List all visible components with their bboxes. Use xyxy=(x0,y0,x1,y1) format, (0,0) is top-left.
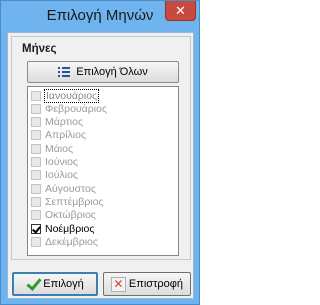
month-item[interactable]: Μάιος xyxy=(28,142,178,155)
month-checkbox[interactable] xyxy=(31,90,41,101)
month-item[interactable]: Μάρτιος xyxy=(28,116,178,129)
select-button-label: Επιλογή xyxy=(43,278,84,290)
return-button-label: Επιστροφή xyxy=(128,278,184,290)
month-item[interactable]: Ιανουάριος xyxy=(28,88,178,103)
month-label: Αύγουστος xyxy=(45,182,96,195)
months-group-label: Μήνες xyxy=(22,43,57,55)
month-label: Φεβρουάριος xyxy=(45,102,107,115)
month-label: Δεκέμβριος xyxy=(45,235,98,248)
list-icon xyxy=(58,66,71,78)
month-checkbox[interactable] xyxy=(31,236,41,247)
month-item[interactable]: Απρίλιος xyxy=(28,129,178,142)
months-checklist[interactable]: Ιανουάριος Φεβρουάριος Μάρτιος Απρίλιος Μάιο… xyxy=(27,86,179,256)
month-label: Ιούνιος xyxy=(45,156,78,168)
select-button[interactable]: Επιλογή xyxy=(12,272,98,296)
title-bar[interactable]: Επιλογή Μηνών ✕ xyxy=(1,1,199,31)
month-checkbox[interactable] xyxy=(31,170,41,181)
month-item[interactable]: Δεκέμβριος xyxy=(28,235,178,248)
close-button[interactable]: ✕ xyxy=(165,1,196,21)
month-label: Μάρτιος xyxy=(45,116,84,129)
x-icon: ✕ xyxy=(110,276,126,292)
select-all-label: Επιλογή Όλων xyxy=(76,66,148,78)
month-checkbox[interactable] xyxy=(31,223,41,234)
month-item[interactable]: Ιούλιος xyxy=(28,169,178,182)
month-label: Νοέμβριος xyxy=(45,222,95,235)
month-checkbox[interactable] xyxy=(31,130,41,141)
check-icon xyxy=(26,277,40,291)
month-checkbox[interactable] xyxy=(31,103,41,114)
month-checkbox[interactable] xyxy=(31,117,41,128)
month-item[interactable]: Νοέμβριος xyxy=(28,222,178,235)
month-label: Μάιος xyxy=(45,142,74,155)
select-all-button[interactable]: Επιλογή Όλων xyxy=(27,61,179,83)
month-label: Ιούλιος xyxy=(45,169,78,182)
month-item[interactable]: Οκτώβριος xyxy=(28,209,178,222)
month-label: Ιανουάριος xyxy=(43,88,100,103)
return-button[interactable]: ✕ Επιστροφή xyxy=(103,272,191,296)
months-group: Μήνες Επιλογή Όλων Ιανουάριος Φεβρουάριος… xyxy=(11,36,191,260)
month-selection-window: Επιλογή Μηνών ✕ Μήνες Επιλογή Όλων Ιανου… xyxy=(0,0,200,305)
month-item[interactable]: Σεπτέμβριος xyxy=(28,195,178,208)
month-checkbox[interactable] xyxy=(31,196,41,207)
month-label: Σεπτέμβριος xyxy=(45,195,104,208)
month-label: Απρίλιος xyxy=(45,129,87,142)
dialog-body: Μήνες Επιλογή Όλων Ιανουάριος Φεβρουάριος… xyxy=(7,32,194,299)
month-checkbox[interactable] xyxy=(31,157,41,167)
month-checkbox[interactable] xyxy=(31,210,41,221)
month-checkbox[interactable] xyxy=(31,183,41,194)
month-item[interactable]: Ιούνιος xyxy=(28,156,178,169)
month-label: Οκτώβριος xyxy=(45,209,96,222)
month-item[interactable]: Αύγουστος xyxy=(28,182,178,195)
month-item[interactable]: Φεβρουάριος xyxy=(28,102,178,115)
month-checkbox[interactable] xyxy=(31,143,41,154)
